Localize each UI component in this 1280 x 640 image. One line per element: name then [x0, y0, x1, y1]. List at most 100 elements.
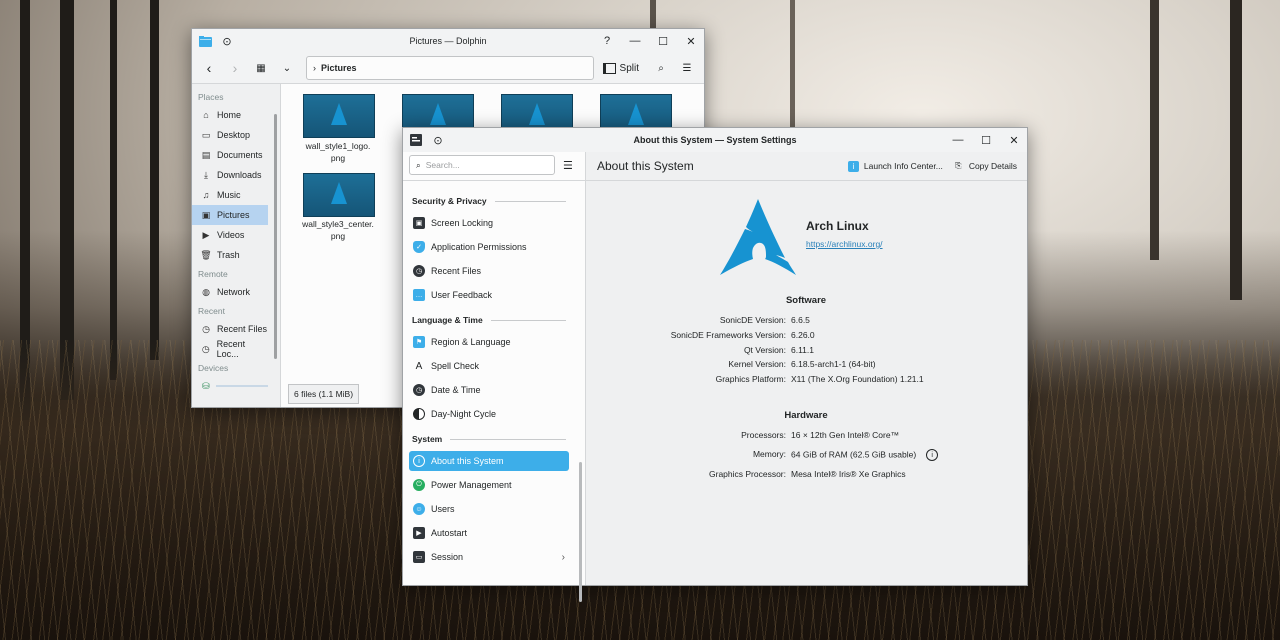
place-pictures[interactable]: ▣ Pictures [192, 205, 268, 225]
sidebar-item-application-permissions[interactable]: ✓ Application Permissions [409, 237, 569, 257]
sidebar-item-session[interactable]: ▭ Session › [409, 547, 569, 567]
info-value: 6.18.5-arch1-1 (64-bit) [791, 359, 876, 369]
dolphin-titlebar[interactable]: ⊙ Pictures — Dolphin ? — ☐ ✕ [192, 29, 704, 53]
system-settings-window[interactable]: ⊙ About this System — System Settings — … [402, 127, 1028, 602]
sidebar-item-day-night-cycle[interactable]: Day-Night Cycle [409, 404, 569, 424]
pin-icon[interactable]: ⊙ [216, 30, 238, 52]
place-network[interactable]: ◍ Network [192, 282, 268, 302]
users-icon: ☺ [413, 503, 425, 515]
file-thumbnail[interactable] [303, 94, 375, 138]
info-value: X11 (The X.Org Foundation) 1.21.1 [791, 374, 924, 384]
place-desktop[interactable]: ▭ Desktop [192, 125, 268, 145]
view-mode-icon[interactable]: ▦ [248, 57, 274, 79]
distro-url-link[interactable]: https://archlinux.org/ [806, 239, 883, 249]
info-key: Kernel Version: [728, 359, 786, 369]
info-key: Graphics Platform: [715, 374, 786, 384]
place-label: Documents [217, 150, 263, 160]
spell-check-icon: A [415, 360, 423, 372]
autostart-icon: ▶ [413, 527, 425, 539]
file-name[interactable]: wall_style3_center. png [298, 218, 378, 242]
place-trash[interactable]: 🗑 Trash [192, 245, 268, 265]
file-thumbnail[interactable] [303, 173, 375, 217]
info-value: 6.11.1 [791, 345, 815, 355]
sidebar-item-autostart[interactable]: ▶ Autostart [409, 523, 569, 543]
search-placeholder: Search... [425, 160, 460, 170]
section-label: System [412, 434, 443, 444]
search-icon[interactable]: ⌕ [648, 57, 674, 79]
info-center-icon: i [847, 160, 859, 172]
place-label: Trash [217, 250, 240, 260]
info-value: 64 GiB of RAM (62.5 GiB usable) [791, 449, 917, 460]
sidebar-item-user-feedback[interactable]: … User Feedback [409, 285, 569, 305]
close-button[interactable]: ✕ [1003, 129, 1025, 151]
minimize-button[interactable]: — [624, 30, 646, 52]
place-home[interactable]: ⌂ Home [192, 105, 268, 125]
sidebar-item-recent-files[interactable]: ◷ Recent Files [409, 261, 569, 281]
drive-icon: ⛁ [201, 380, 210, 391]
hardware-heading: Hardware [784, 410, 828, 421]
clock-icon: ◷ [413, 384, 425, 396]
settings-titlebar[interactable]: ⊙ About this System — System Settings — … [403, 128, 1027, 152]
place-label: Music [217, 190, 241, 200]
chevron-right-icon: › [561, 551, 565, 563]
section-language-time: Language & Time [412, 315, 566, 325]
sidebar-item-screen-locking[interactable]: ▣ Screen Locking [409, 213, 569, 233]
place-documents[interactable]: ▤ Documents [192, 145, 268, 165]
network-icon: ◍ [202, 286, 210, 297]
places-panel: Places ⌂ Home ▭ Desktop ▤ Documents ⤓ Downlo… [192, 84, 281, 407]
info-icon[interactable]: i [926, 449, 939, 461]
split-button[interactable]: Split [600, 57, 642, 79]
sidebar-item-spell-check[interactable]: A Spell Check [409, 356, 569, 376]
menu-icon[interactable]: ☰ [674, 57, 700, 79]
sidebar-item-label: Spell Check [431, 361, 480, 371]
place-videos[interactable]: ▶ Videos [192, 225, 268, 245]
launch-info-center-button[interactable]: i Launch Info Center... [847, 160, 943, 172]
info-value: 16 × 12th Gen Intel® Core™ [791, 430, 900, 440]
maximize-button[interactable]: ☐ [652, 30, 674, 52]
places-heading: Places [198, 92, 224, 102]
places-scrollbar[interactable] [274, 114, 277, 359]
maximize-button[interactable]: ☐ [975, 129, 997, 151]
sidebar-item-label: Users [431, 504, 455, 514]
breadcrumb[interactable]: › Pictures [306, 56, 594, 80]
music-icon: ♫ [202, 190, 210, 200]
pin-icon[interactable]: ⊙ [427, 129, 449, 151]
place-recent-locations[interactable]: ◷ Recent Loc... [192, 339, 268, 359]
memory-value-wrap: 64 GiB of RAM (62.5 GiB usable) i [791, 449, 939, 461]
search-input[interactable]: ⌕ Search... [409, 155, 555, 175]
info-row: Processors: 16 × 12th Gen Intel® Core™ [586, 430, 1026, 442]
place-device[interactable]: ⛁ [192, 376, 268, 396]
device-usage-bar [216, 385, 268, 387]
arch-logo-icon [331, 103, 347, 125]
arch-logo-icon [529, 103, 545, 125]
hamburger-menu-icon[interactable]: ☰ [563, 159, 573, 172]
region-flag-icon: ⚑ [413, 336, 425, 348]
sidebar-item-label: Session [431, 552, 464, 562]
back-button[interactable]: ‹ [196, 57, 222, 79]
sidebar-item-label: Power Management [431, 480, 512, 490]
place-recent-files[interactable]: ◷ Recent Files [192, 319, 268, 339]
sidebar-item-region-language[interactable]: ⚑ Region & Language [409, 332, 569, 352]
breadcrumb-pictures[interactable]: Pictures [321, 63, 357, 73]
chevron-right-icon: › [313, 63, 316, 73]
info-row: Qt Version: 6.11.1 [586, 345, 1026, 357]
close-button[interactable]: ✕ [680, 30, 702, 52]
sidebar-item-users[interactable]: ☺ Users [409, 499, 569, 519]
sidebar-item-power-management[interactable]: ⏻ Power Management [409, 475, 569, 495]
place-downloads[interactable]: ⤓ Downloads [192, 165, 268, 185]
sidebar-item-label: Region & Language [431, 337, 511, 347]
arch-linux-logo [720, 199, 796, 275]
place-music[interactable]: ♫ Music [192, 185, 268, 205]
arch-logo-icon [430, 103, 446, 125]
sidebar-scrollbar[interactable] [579, 462, 582, 602]
help-button[interactable]: ? [596, 30, 618, 52]
forward-button[interactable]: › [222, 57, 248, 79]
minimize-button[interactable]: — [947, 129, 969, 151]
chevron-down-icon[interactable]: ⌄ [274, 57, 300, 79]
downloads-icon: ⤓ [204, 169, 208, 180]
button-label: Copy Details [968, 161, 1017, 171]
sidebar-item-about-this-system[interactable]: i About this System [409, 451, 569, 471]
copy-details-button[interactable]: ⎘ Copy Details [953, 161, 1017, 172]
file-name[interactable]: wall_style1_logo. png [298, 140, 378, 164]
sidebar-item-date-time[interactable]: ◷ Date & Time [409, 380, 569, 400]
